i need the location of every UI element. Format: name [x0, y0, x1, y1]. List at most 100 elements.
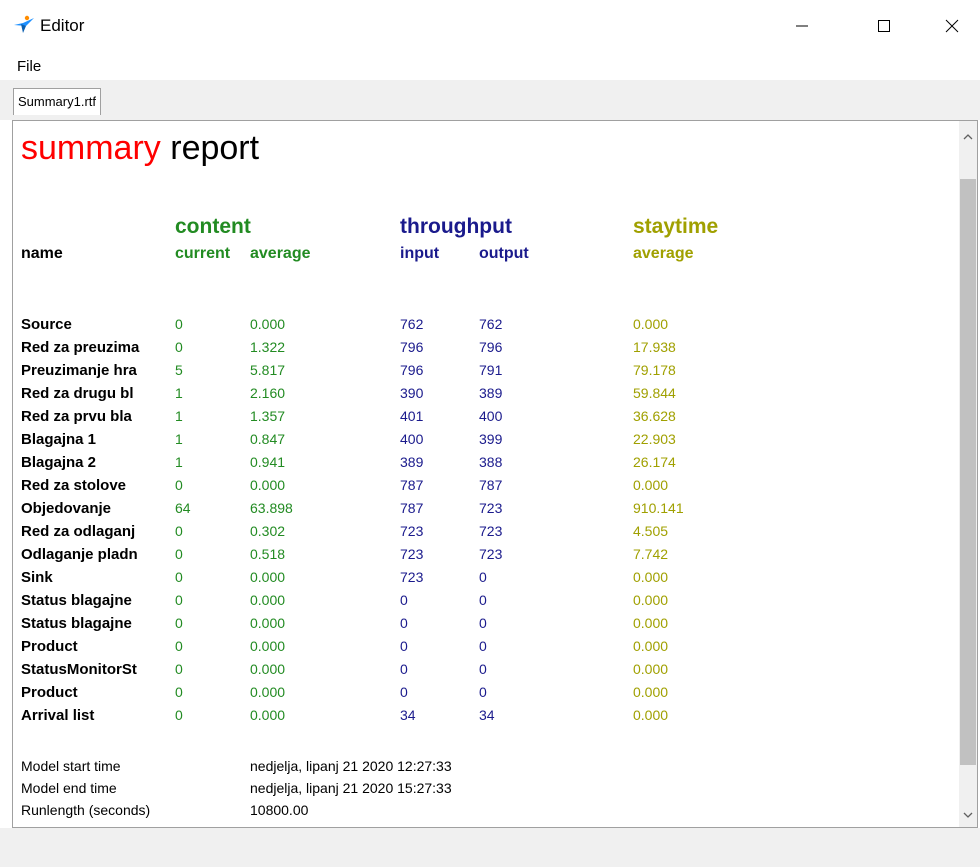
- cell-staytime: 4.505: [633, 523, 669, 539]
- tab-summary1-rtf[interactable]: Summary1.rtf: [13, 88, 102, 115]
- cell-input: 723: [400, 569, 424, 585]
- footer-value: nedjelja, lipanj 21 2020 15:27:33: [250, 780, 452, 796]
- app-bird-icon: [13, 14, 35, 34]
- title-bar: Editor: [0, 0, 980, 52]
- cell-current: 0: [175, 569, 183, 585]
- cell-output: 723: [479, 546, 503, 562]
- cell-staytime: 0.000: [633, 707, 669, 723]
- report-title-report: report: [170, 129, 260, 167]
- cell-average: 0.000: [250, 592, 286, 608]
- cell-output: 791: [479, 362, 503, 378]
- cell-average: 1.357: [250, 408, 286, 424]
- cell-average: 0.847: [250, 431, 286, 447]
- close-button[interactable]: [924, 0, 980, 52]
- header-output: output: [479, 245, 529, 262]
- cell-average: 2.160: [250, 385, 286, 401]
- cell-input: 0: [400, 592, 408, 608]
- cell-output: 762: [479, 316, 503, 332]
- cell-current: 0: [175, 477, 183, 493]
- cell-output: 796: [479, 339, 503, 355]
- cell-average: 63.898: [250, 500, 293, 516]
- cell-input: 0: [400, 661, 408, 677]
- cell-input: 723: [400, 546, 424, 562]
- close-icon: [945, 19, 959, 33]
- cell-name: Product: [21, 684, 78, 701]
- cell-name: StatusMonitorSt: [21, 661, 137, 678]
- cell-average: 0.302: [250, 523, 286, 539]
- cell-name: Source: [21, 316, 72, 333]
- cell-staytime: 7.742: [633, 546, 669, 562]
- cell-average: 0.000: [250, 477, 286, 493]
- cell-average: 0.000: [250, 707, 286, 723]
- cell-input: 787: [400, 500, 424, 516]
- cell-staytime: 910.141: [633, 500, 684, 516]
- header-name: name: [21, 245, 63, 262]
- header-current: current: [175, 245, 231, 262]
- cell-average: 0.000: [250, 661, 286, 677]
- cell-current: 0: [175, 638, 183, 654]
- chevron-up-icon: [963, 134, 973, 140]
- tab-strip: Summary1.rtf: [0, 80, 980, 120]
- cell-current: 1: [175, 454, 183, 470]
- cell-output: 723: [479, 500, 503, 516]
- cell-name: Arrival list: [21, 707, 95, 724]
- menu-file[interactable]: File: [17, 58, 41, 75]
- cell-output: 388: [479, 454, 503, 470]
- cell-input: 796: [400, 339, 424, 355]
- cell-input: 401: [400, 408, 424, 424]
- cell-name: Status blagajne: [21, 592, 132, 609]
- cell-current: 1: [175, 431, 183, 447]
- cell-output: 399: [479, 431, 503, 447]
- header-staytime-average: average: [633, 245, 694, 262]
- cell-current: 0: [175, 523, 183, 539]
- cell-current: 1: [175, 385, 183, 401]
- footer-label: Model start time: [21, 758, 121, 774]
- report-title-summary: summary: [21, 129, 161, 167]
- cell-current: 0: [175, 316, 183, 332]
- header-staytime: staytime: [633, 215, 719, 238]
- menu-bar: File: [0, 52, 980, 80]
- header-throughput: throughput: [400, 215, 512, 238]
- scroll-thumb[interactable]: [960, 179, 976, 765]
- scroll-up-button[interactable]: [959, 127, 977, 147]
- cell-current: 1: [175, 408, 183, 424]
- cell-current: 0: [175, 615, 183, 631]
- cell-input: 400: [400, 431, 424, 447]
- cell-average: 1.322: [250, 339, 286, 355]
- cell-name: Red za prvu bla: [21, 408, 132, 425]
- cell-input: 787: [400, 477, 424, 493]
- cell-staytime: 0.000: [633, 592, 669, 608]
- vertical-scrollbar[interactable]: [959, 121, 977, 827]
- cell-output: 0: [479, 638, 487, 654]
- maximize-button[interactable]: [856, 0, 912, 52]
- cell-input: 34: [400, 707, 416, 723]
- cell-name: Blagajna 1: [21, 431, 97, 448]
- cell-staytime: 0.000: [633, 661, 669, 677]
- report-title: summary report: [21, 129, 259, 168]
- minimize-button[interactable]: [774, 0, 830, 52]
- report-content: summary report content throughput stayti…: [13, 121, 959, 827]
- cell-staytime: 36.628: [633, 408, 676, 424]
- cell-average: 0.000: [250, 569, 286, 585]
- window-title: Editor: [40, 16, 85, 35]
- cell-output: 400: [479, 408, 503, 424]
- cell-input: 762: [400, 316, 424, 332]
- cell-current: 0: [175, 707, 183, 723]
- cell-name: Red za odlaganj: [21, 523, 136, 540]
- footer-value: nedjelja, lipanj 21 2020 12:27:33: [250, 758, 452, 774]
- cell-average: 0.000: [250, 638, 286, 654]
- cell-current: 0: [175, 592, 183, 608]
- cell-name: Red za stolove: [21, 477, 127, 494]
- cell-name: Blagajna 2: [21, 454, 97, 471]
- cell-staytime: 0.000: [633, 615, 669, 631]
- cell-output: 0: [479, 592, 487, 608]
- status-bar: [0, 828, 980, 867]
- cell-staytime: 79.178: [633, 362, 676, 378]
- cell-output: 0: [479, 684, 487, 700]
- cell-output: 0: [479, 661, 487, 677]
- document-view[interactable]: summary report content throughput stayti…: [12, 120, 978, 828]
- cell-staytime: 17.938: [633, 339, 676, 355]
- scroll-down-button[interactable]: [959, 805, 977, 825]
- header-content-average: average: [250, 245, 311, 262]
- cell-current: 5: [175, 362, 183, 378]
